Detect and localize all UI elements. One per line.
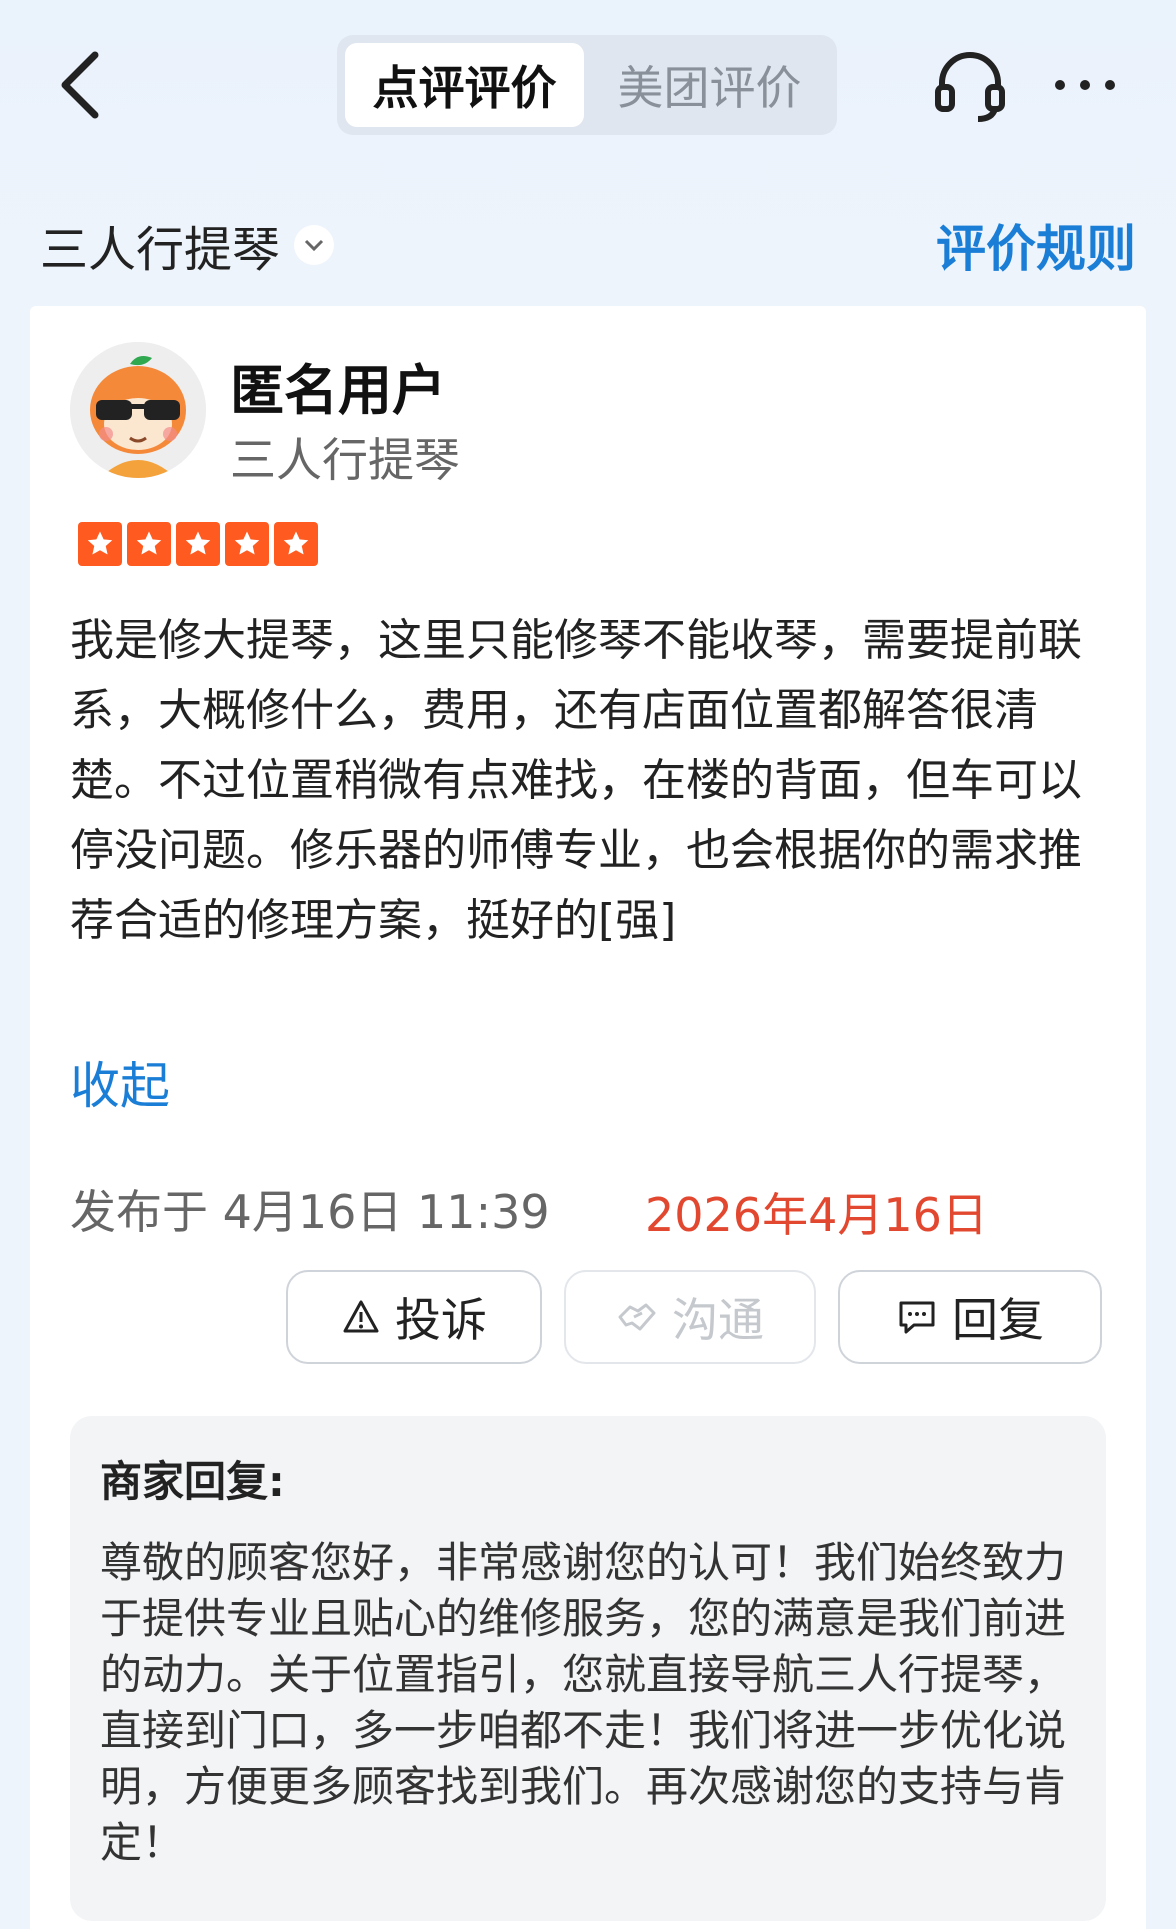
- review-source-tabs: 点评评价 美团评价: [337, 35, 837, 135]
- shop-selector[interactable]: 三人行提琴: [40, 210, 335, 280]
- tab-dianping-reviews[interactable]: 点评评价: [345, 43, 584, 127]
- user-name[interactable]: 匿名用户: [230, 346, 446, 425]
- handshake-icon: [618, 1303, 656, 1331]
- communicate-label: 沟通: [672, 1293, 764, 1347]
- review-page: 点评评价 美团评价 三人行提琴 评价规则 匿名用户 三人行提琴 我是修大提琴，这…: [0, 0, 1176, 1929]
- star-icon: [274, 522, 318, 566]
- back-button[interactable]: [55, 45, 125, 125]
- merchant-reply-text: 尊敬的顾客您好，非常感谢您的认可！我们始终致力于提供专业且贴心的维修服务，您的满…: [100, 1538, 1067, 1867]
- chevron-down-icon: [294, 225, 335, 265]
- date-stamp: 2026年4月16日: [645, 1188, 988, 1242]
- shop-name: 三人行提琴: [40, 222, 281, 278]
- customer-service-button[interactable]: [930, 45, 1010, 125]
- review-text: 我是修大提琴，这里只能修琴不能收琴，需要提前联系，大概修什么，费用，还有店面位置…: [70, 615, 1082, 946]
- more-dots-icon: [1055, 80, 1115, 90]
- top-nav: 点评评价 美团评价: [0, 0, 1176, 175]
- back-arrow-icon: [61, 51, 99, 119]
- complain-label: 投诉: [395, 1293, 487, 1347]
- review-card: 匿名用户 三人行提琴 我是修大提琴，这里只能修琴不能收琴，需要提前联系，大概修什…: [30, 306, 1146, 1929]
- reply-label: 回复: [952, 1293, 1044, 1347]
- more-options-button[interactable]: [1050, 70, 1120, 100]
- star-rating: [78, 522, 318, 566]
- avatar: [70, 342, 206, 478]
- star-icon: [127, 522, 171, 566]
- merchant-reply: 商家回复: 尊敬的顾客您好，非常感谢您的认可！我们始终致力于提供专业且贴心的维修…: [70, 1416, 1106, 1921]
- tab-meituan-reviews[interactable]: 美团评价: [590, 43, 829, 127]
- reply-button[interactable]: 回复: [838, 1270, 1102, 1364]
- comment-icon: [899, 1301, 935, 1334]
- review-rules-link[interactable]: 评价规则: [936, 209, 1136, 281]
- merchant-reply-title: 商家回复:: [100, 1457, 285, 1506]
- orange-mascot-icon: [70, 342, 206, 478]
- star-icon: [78, 522, 122, 566]
- reviewed-shop-name: 三人行提琴: [230, 433, 460, 487]
- star-icon: [225, 522, 269, 566]
- complain-button[interactable]: 投诉: [286, 1270, 542, 1364]
- publish-time: 发布于 4月16日 11:39: [70, 1185, 550, 1239]
- star-icon: [176, 522, 220, 566]
- shop-row: 三人行提琴 评价规则: [40, 205, 1136, 285]
- collapse-link[interactable]: 收起: [70, 1046, 170, 1118]
- headset-icon: [935, 52, 1005, 122]
- communicate-button[interactable]: 沟通: [564, 1270, 816, 1364]
- warning-icon: [343, 1300, 379, 1333]
- action-bar: 投诉 沟通 回复: [286, 1270, 1102, 1364]
